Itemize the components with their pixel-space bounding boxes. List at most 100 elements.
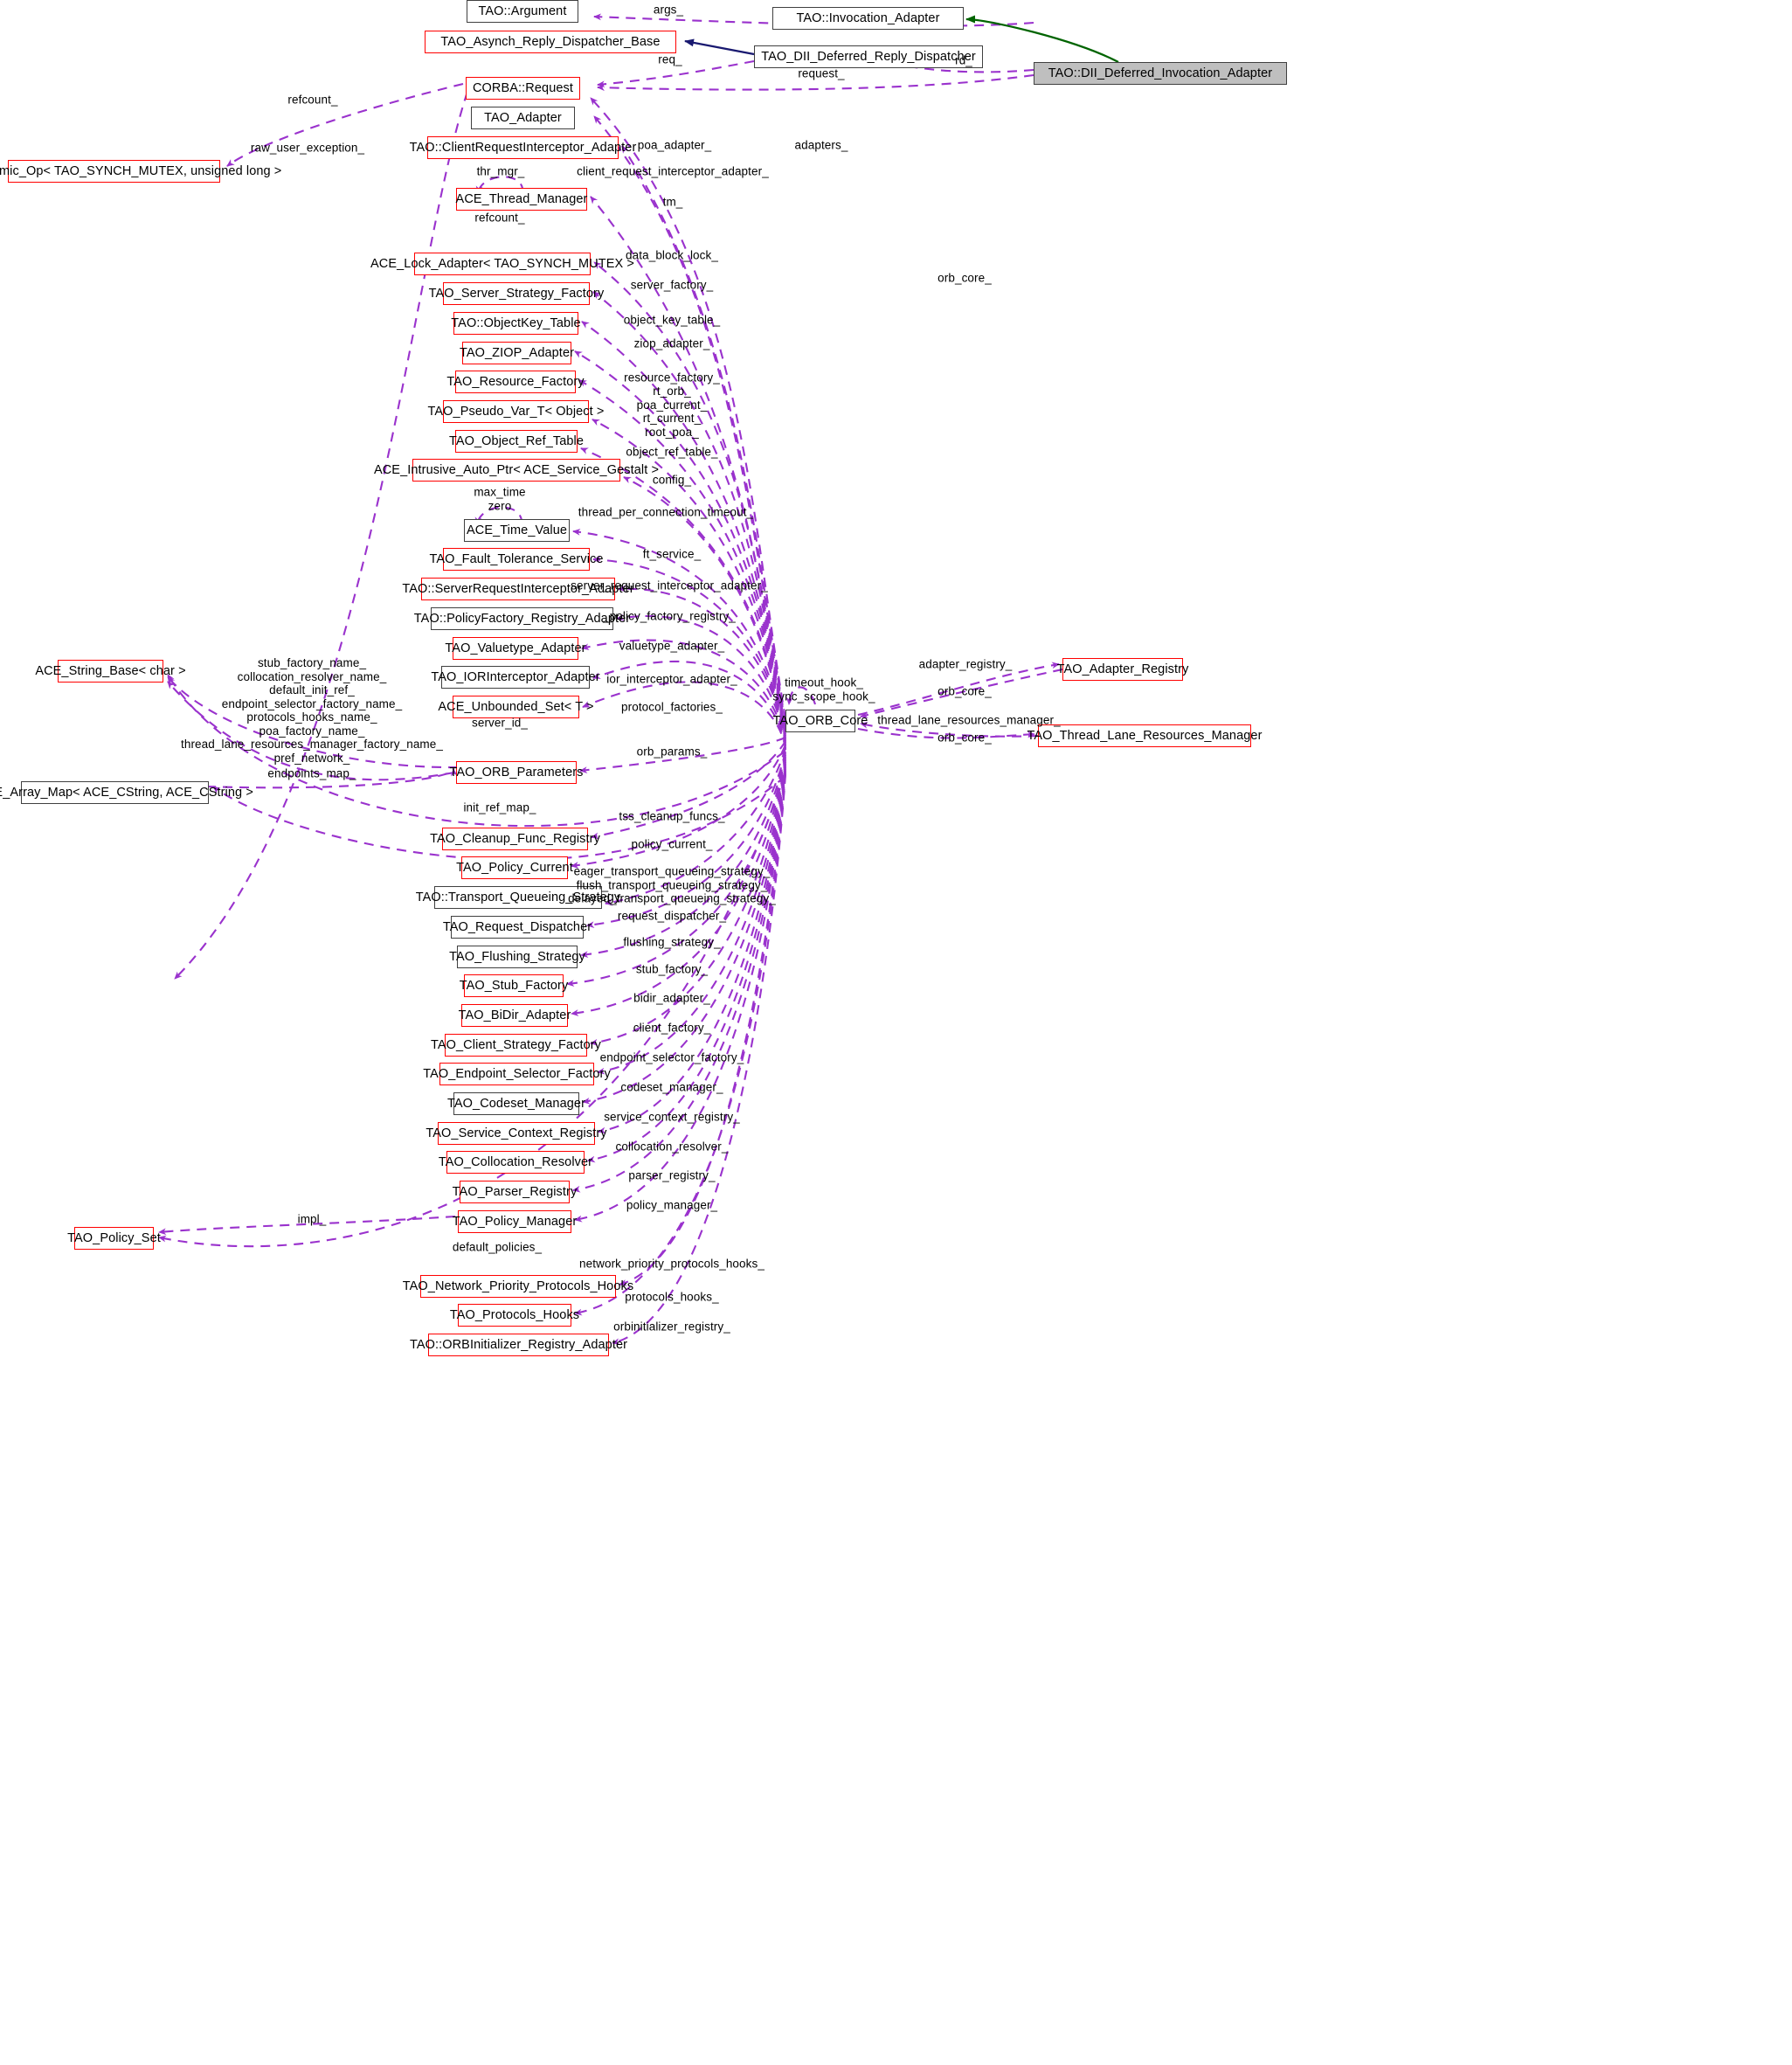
class-node-unbounded_set[interactable]: ACE_Unbounded_Set< T > [438, 696, 594, 718]
edge-label-tss_cleanup: tss_cleanup_funcs_ [619, 809, 725, 823]
class-node-policy_factory_reg[interactable]: TAO::PolicyFactory_Registry_Adapter [414, 607, 630, 630]
edge-label-config: config_ [652, 473, 692, 487]
edge-label-refcount_2: refcount_ [474, 211, 525, 225]
edge-label-server_id: server_id_ [471, 716, 529, 730]
class-node-object_ref_table[interactable]: TAO_Object_Ref_Table [449, 430, 584, 453]
edge-label-tm: tm_ [662, 195, 683, 209]
class-node-client_strat_fact[interactable]: TAO_Client_Strategy_Factory [431, 1034, 601, 1057]
edge-label-rd: rd_ [955, 53, 972, 67]
edge-label-policy_cur: policy_current_ [631, 837, 713, 851]
class-node-flushing_strategy[interactable]: TAO_Flushing_Strategy [449, 946, 585, 968]
class-node-invocation_adapter[interactable]: TAO::Invocation_Adapter [772, 7, 964, 30]
class-node-dii_def_reply_disp[interactable]: TAO_DII_Deferred_Reply_Dispatcher [754, 45, 983, 68]
class-node-ace_thread_manager[interactable]: ACE_Thread_Manager [456, 188, 587, 211]
class-node-dii_def_inv_adapter[interactable]: TAO::DII_Deferred_Invocation_Adapter [1034, 62, 1287, 85]
edge-label-adapter_reg: adapter_registry_ [918, 657, 1013, 671]
edge-label-ior_interc: ior_interceptor_adapter_ [606, 672, 737, 686]
class-node-ace_string_base[interactable]: ACE_String_Base< char > [35, 660, 186, 683]
class-node-ace_atomic_op[interactable]: ACE_Atomic_Op< TAO_SYNCH_MUTEX, unsigned… [0, 160, 281, 183]
class-node-thread_lane_res_mgr[interactable]: TAO_Thread_Lane_Resources_Manager [1027, 724, 1262, 747]
edge-label-client_req_a: client_request_interceptor_adapter_ [577, 164, 769, 178]
edge-label-parser_reg: parser_registry_ [628, 1168, 716, 1182]
edge-label-args: args_ [653, 3, 684, 17]
edge-label-endpoint_sel: endpoint_selector_factory_ [599, 1050, 744, 1064]
edge-label-stub_factory: stub_factory_ [635, 962, 709, 976]
class-node-policy_manager[interactable]: TAO_Policy_Manager [453, 1210, 577, 1233]
class-node-pseudo_var_t[interactable]: TAO_Pseudo_Var_T< Object > [428, 400, 604, 423]
edge-label-ft_service: ft_service_ [642, 547, 702, 561]
class-node-client_req_interc[interactable]: TAO::ClientRequestInterceptor_Adapter [410, 136, 636, 159]
edge-label-default_pol: default_policies_ [452, 1240, 543, 1254]
class-node-policy_current[interactable]: TAO_Policy_Current [456, 856, 573, 879]
class-node-policy_set[interactable]: TAO_Policy_Set [67, 1227, 161, 1250]
collaboration-diagram: TAO::Argument TAO::Invocation_AdapterTAO_… [0, 0, 1792, 2065]
edge-label-policy_mgr: policy_manager_ [626, 1198, 718, 1212]
edge-label-server_fact: server_factory_ [630, 278, 714, 292]
edge-label-rt_orb_group: rt_orb_ poa_current_ rt_current_ root_po… [636, 384, 708, 439]
edge-label-object_ref_t: object_ref_table_ [626, 445, 718, 459]
edge-label-timeout_hook: timeout_hook_ sync_scope_hook_ [772, 676, 875, 703]
edge-label-net_prio: network_priority_protocols_hooks_ [579, 1257, 765, 1271]
class-node-protocols_hooks[interactable]: TAO_Protocols_Hooks [450, 1304, 579, 1327]
class-node-resource_factory[interactable]: TAO_Resource_Factory [446, 371, 585, 393]
class-node-ziop_adapter[interactable]: TAO_ZIOP_Adapter [460, 342, 574, 364]
class-node-objectkey_table[interactable]: TAO::ObjectKey_Table [451, 312, 581, 335]
class-node-fault_tolerance[interactable]: TAO_Fault_Tolerance_Service [429, 548, 603, 571]
class-node-net_prio_hooks[interactable]: TAO_Network_Priority_Protocols_Hooks [403, 1275, 633, 1298]
class-node-stub_factory[interactable]: TAO_Stub_Factory [460, 974, 568, 997]
edge-label-raw_user_exc: raw_user_exception_ [250, 141, 365, 155]
edge-label-orb_params: orb_params_ [636, 745, 708, 759]
class-node-ace_time_value[interactable]: ACE_Time_Value [464, 519, 570, 542]
edge-label-endpoints_map: endpoints_map_ [267, 766, 356, 780]
edge-label-bidir_adapt: bidir_adapter_ [633, 991, 710, 1005]
edge-label-proto_hooks: protocols_hooks_ [625, 1290, 719, 1304]
edge-label-init_ref_map: init_ref_map_ [463, 800, 536, 814]
class-node-collocation_res[interactable]: TAO_Collocation_Resolver [439, 1151, 592, 1174]
edge-label-service_ctx: service_context_registry_ [604, 1110, 740, 1124]
edge-label-codeset_mgr: codeset_manager_ [620, 1080, 723, 1094]
class-node-orb_core[interactable]: TAO_ORB_Core [773, 710, 868, 732]
class-node-valuetype_adapter[interactable]: TAO_Valuetype_Adapter [445, 637, 585, 660]
edge-label-flushing_str: flushing_strategy_ [623, 935, 721, 949]
class-node-codeset_manager[interactable]: TAO_Codeset_Manager [447, 1092, 585, 1115]
edge-label-server_req_a: server_request_interceptor_adapter_ [571, 579, 768, 592]
class-node-iorinterceptor_ad[interactable]: TAO_IORInterceptor_Adapter [431, 666, 600, 689]
edge-label-req: req_ [658, 52, 682, 66]
edge-label-orb_core_tl: orb_core_ [938, 731, 992, 745]
class-node-adapter_registry[interactable]: TAO_Adapter_Registry [1057, 658, 1188, 681]
edge-label-resource_fac: resource_factory_ [624, 371, 720, 385]
class-node-corba_request[interactable]: CORBA::Request [466, 77, 580, 100]
class-node-tao_adapter[interactable]: TAO_Adapter [471, 107, 575, 129]
edge-label-request: request_ [798, 66, 845, 80]
class-node-argument[interactable]: TAO::Argument [467, 0, 578, 23]
edge-label-request_disp: request_dispatcher_ [617, 909, 727, 923]
class-node-asynch_reply_base[interactable]: TAO_Asynch_Reply_Dispatcher_Base [425, 31, 676, 53]
class-node-ace_lock_adapter[interactable]: ACE_Lock_Adapter< TAO_SYNCH_MUTEX > [370, 253, 634, 275]
class-node-service_ctx_reg[interactable]: TAO_Service_Context_Registry [426, 1122, 607, 1145]
edge-label-orb_core_top: orb_core_ [938, 271, 992, 285]
edge-label-client_fact: client_factory_ [633, 1021, 711, 1035]
edge-label-queueing_grp: eager_transport_queueing_strategy_ flush… [568, 864, 776, 905]
class-node-bidir_adapter[interactable]: TAO_BiDir_Adapter [459, 1004, 571, 1027]
edge-label-refcount_1: refcount_ [287, 93, 338, 107]
class-node-ace_array_map[interactable]: ACE_Array_Map< ACE_CString, ACE_CString … [0, 781, 253, 804]
edge-label-colloc_res: collocation_resolver_ [615, 1140, 729, 1154]
class-node-endpoint_sel_fact[interactable]: TAO_Endpoint_Selector_Factory [423, 1063, 611, 1085]
edge-label-string_group: stub_factory_name_ collocation_resolver_… [181, 655, 443, 765]
edge-label-orb_core_ar: orb_core_ [938, 684, 992, 698]
class-node-orb_parameters[interactable]: TAO_ORB_Parameters [449, 761, 583, 784]
edge-label-thread_lane: thread_lane_resources_manager_ [877, 713, 1061, 727]
class-node-request_dispatcher[interactable]: TAO_Request_Dispatcher [443, 916, 592, 939]
edge-label-poa_adapter: poa_adapter_ [637, 138, 712, 152]
edge-label-policy_fac_r: _policy_factory_registry_ [603, 609, 736, 623]
class-node-intrusive_auto_ptr[interactable]: ACE_Intrusive_Auto_Ptr< ACE_Service_Gest… [374, 459, 659, 482]
edge-label-adapters: adapters_ [794, 138, 848, 152]
class-node-server_strat_fact[interactable]: TAO_Server_Strategy_Factory [429, 282, 604, 305]
class-node-cleanup_func_reg[interactable]: TAO_Cleanup_Func_Registry [430, 828, 600, 850]
class-node-orbinit_reg_adapter[interactable]: TAO::ORBInitializer_Registry_Adapter [410, 1334, 627, 1356]
edge-label-protocol_fac: protocol_factories_ [621, 700, 723, 714]
edge-label-impl: impl_ [297, 1212, 327, 1226]
template-edges [965, 15, 1119, 63]
edge-label-object_key_t: object_key_table_ [623, 313, 721, 327]
class-node-parser_registry[interactable]: TAO_Parser_Registry [453, 1181, 577, 1203]
